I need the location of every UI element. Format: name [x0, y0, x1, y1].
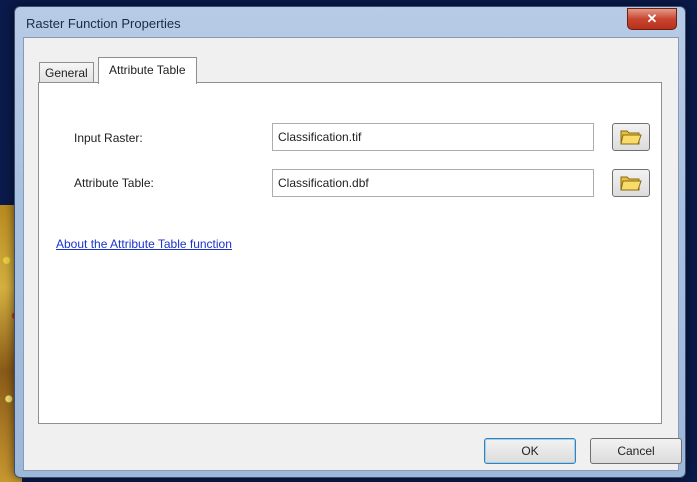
title-bar[interactable]: Raster Function Properties ✕ [15, 7, 685, 37]
ok-button[interactable]: OK [484, 438, 576, 464]
tab-general[interactable]: General [39, 62, 94, 83]
input-raster-label: Input Raster: [74, 131, 143, 145]
open-folder-icon [620, 176, 642, 191]
attribute-table-field[interactable]: Classification.dbf [272, 169, 594, 197]
input-raster-browse-button[interactable] [612, 123, 650, 151]
about-attribute-table-link[interactable]: About the Attribute Table function [56, 237, 232, 251]
tab-attribute-table[interactable]: Attribute Table [98, 57, 197, 84]
dialog-body: General Attribute Table Input Raster: Cl… [23, 37, 682, 471]
raster-function-properties-dialog: Raster Function Properties ✕ General Att… [14, 6, 686, 478]
close-button[interactable]: ✕ [627, 8, 677, 30]
cancel-button[interactable]: Cancel [590, 438, 682, 464]
input-raster-field[interactable]: Classification.tif [272, 123, 594, 151]
window-title: Raster Function Properties [26, 16, 181, 31]
attribute-table-browse-button[interactable] [612, 169, 650, 197]
open-folder-icon [620, 130, 642, 145]
attribute-table-label: Attribute Table: [74, 176, 154, 190]
close-icon: ✕ [646, 11, 658, 26]
tab-panel-attribute-table: Input Raster: Classification.tif Attribu… [38, 82, 662, 424]
